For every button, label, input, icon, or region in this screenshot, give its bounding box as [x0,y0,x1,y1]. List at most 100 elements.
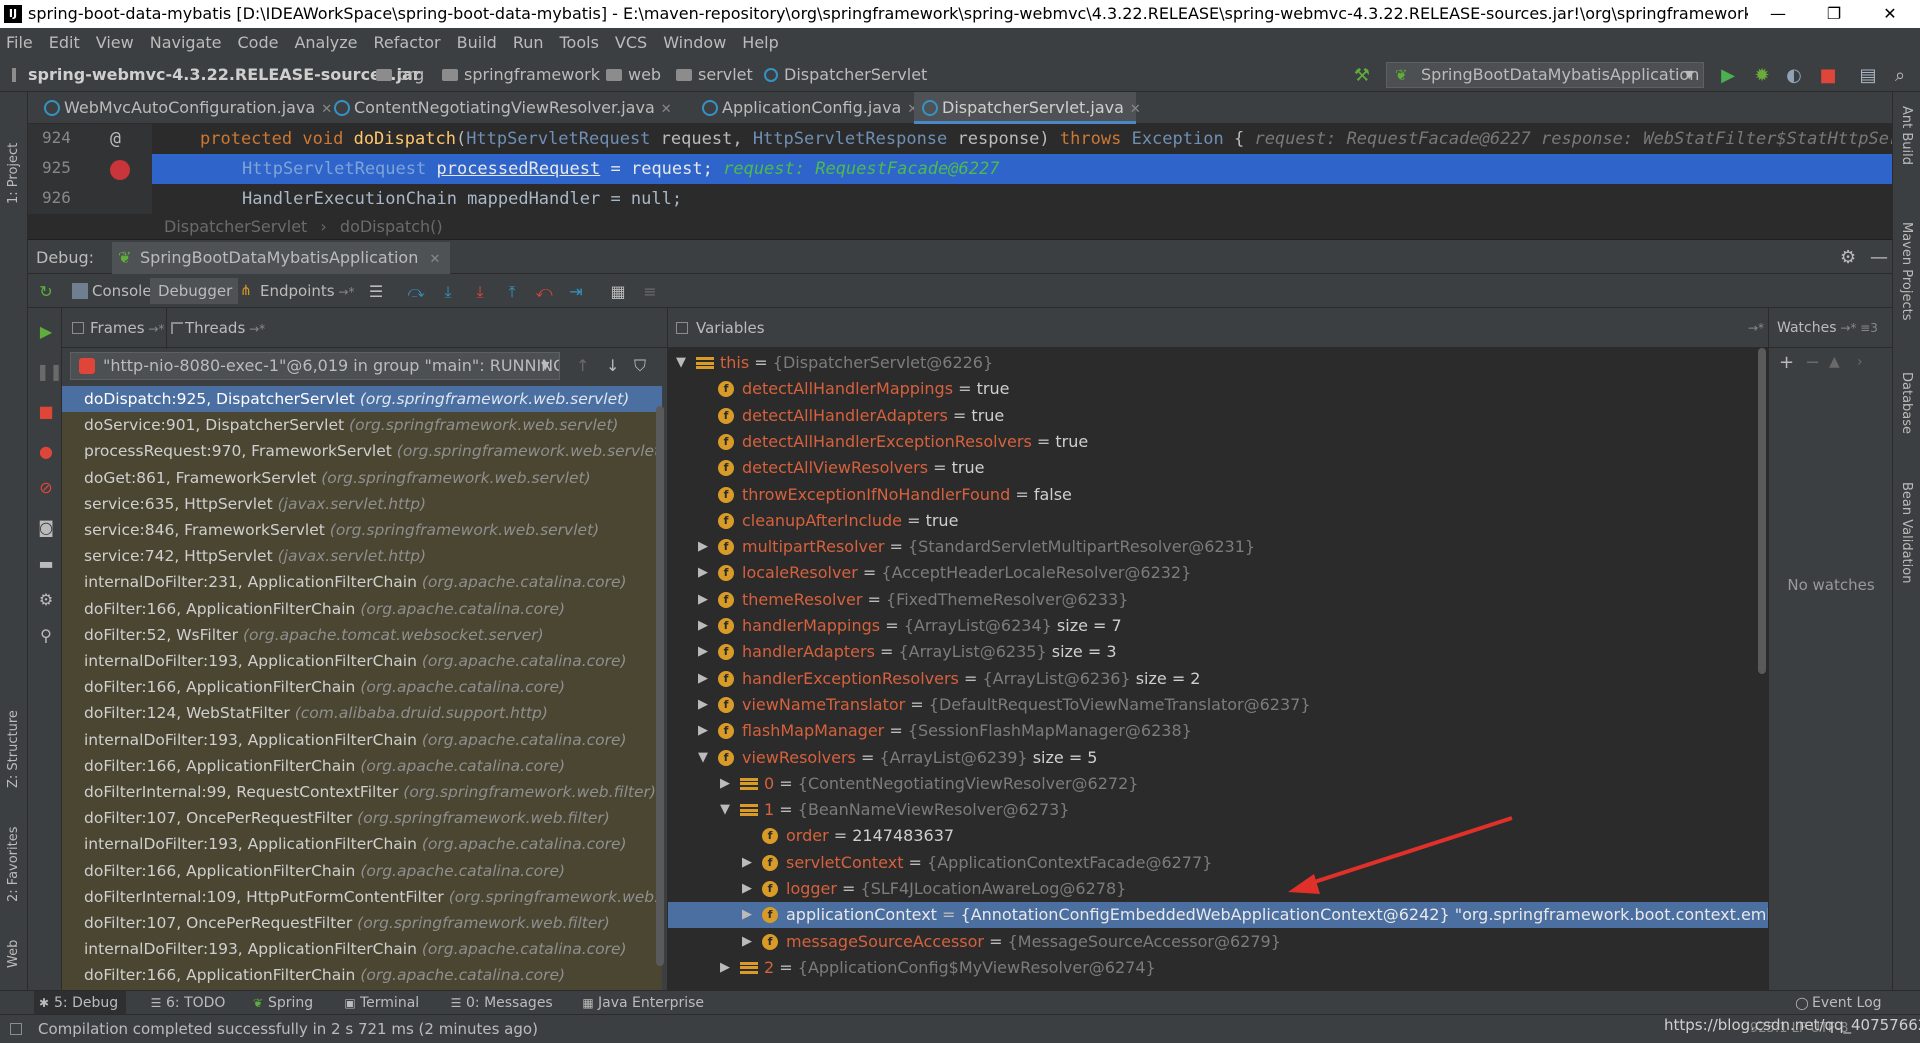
tab-debug[interactable]: ✱ 5: Debug [34,991,126,1015]
close-window-button[interactable]: ✕ [1862,0,1918,28]
variable-row[interactable]: ▶ f handlerMappings = {ArrayList@6234} siz… [668,613,1768,639]
favorites-tool-button[interactable]: 2: Favorites [6,802,21,902]
pin-icon[interactable]: ⚲ [36,626,56,646]
frame-item[interactable]: internalDoFilter:231, ApplicationFilterC… [62,569,662,595]
frame-item[interactable]: internalDoFilter:193, ApplicationFilterC… [62,831,662,857]
arrow-down-icon[interactable]: ↓ [606,356,619,375]
variable-row[interactable]: f detectAllHandlerAdapters = true [668,403,1768,429]
chevron-right-icon[interactable]: ▶ [740,876,754,902]
variable-row[interactable]: f cleanupAfterInclude = true [668,508,1768,534]
frame-item[interactable]: internalDoFilter:193, ApplicationFilterC… [62,727,662,753]
build-hammer-icon[interactable]: ⚒ [1352,66,1372,86]
chevron-right-icon[interactable]: ▶ [718,955,732,981]
variable-row[interactable]: ▶ f handlerExceptionResolvers = {ArrayList… [668,666,1768,692]
chevron-right-icon[interactable]: ▶ [740,850,754,876]
rerun-icon[interactable]: ↻ [36,282,56,302]
hide-panel-icon[interactable]: — [1870,242,1888,274]
add-watch-icon[interactable]: + [1779,352,1794,373]
minimize-button[interactable]: — [1750,0,1806,28]
frame-item[interactable]: doFilter:52, WsFilter (org.apache.tomcat… [62,622,662,648]
tab-console[interactable]: Console [68,278,158,304]
chevron-down-icon[interactable]: ▼ [674,350,688,376]
variable-row[interactable]: ▼ this = {DispatcherServlet@6226} [668,350,1768,376]
settings-gear-icon[interactable]: ⚙ [1840,242,1856,274]
tab-debugger[interactable]: Debugger [150,278,239,304]
frame-item[interactable]: doService:901, DispatcherServlet (org.sp… [62,412,662,438]
nav-crumb-file[interactable]: DispatcherServlet [764,58,927,92]
debug-session-tab[interactable]: ❦ SpringBootDataMybatisApplication ✕ [112,242,451,274]
drop-frame-icon[interactable]: ⤺ [534,282,554,302]
variable-row[interactable]: ▶ f servletContext = {ApplicationContextFa… [668,850,1768,876]
maximize-button[interactable]: ❐ [1806,0,1862,28]
tab-terminal[interactable]: ▣ Terminal [340,991,419,1015]
tab-threads[interactable]: Threads →* [166,308,265,349]
show-execution-point-icon[interactable]: ☰ [366,282,386,302]
tab-endpoints[interactable]: ⋔ Endpoints →* [236,278,360,304]
variable-row[interactable]: f throwExceptionIfNoHandlerFound = false [668,482,1768,508]
variable-row[interactable]: f detectAllViewResolvers = true [668,455,1768,481]
menu-window[interactable]: Window [655,28,734,58]
chevron-right-icon[interactable]: ▶ [696,639,710,665]
frame-item[interactable]: service:742, HttpServlet (javax.servlet.… [62,543,662,569]
nav-crumb-web[interactable]: web [606,58,661,92]
menu-build[interactable]: Build [449,28,505,58]
frame-item[interactable]: doFilter:107, OncePerRequestFilter (org.… [62,910,662,936]
frame-item[interactable]: doFilter:166, ApplicationFilterChain (or… [62,962,662,988]
frame-item[interactable]: doFilter:166, ApplicationFilterChain (or… [62,674,662,700]
evaluate-expression-icon[interactable]: ▦ [608,282,628,302]
ant-build-tool-button[interactable]: Ant Build [1899,106,1914,196]
menu-navigate[interactable]: Navigate [142,28,230,58]
thread-select[interactable]: "http-nio-8080-exec-1"@6,019 in group "m… [70,352,560,380]
force-step-into-icon[interactable]: ⤓ [470,282,490,302]
settings-gear-icon[interactable]: ⚙ [36,590,56,610]
chevron-right-icon[interactable]: ▶ [696,534,710,560]
chevron-right-icon[interactable]: ▶ [740,902,754,928]
close-tab-icon[interactable]: ✕ [661,102,672,117]
mute-breakpoints-icon[interactable]: ⊘ [36,478,56,498]
resume-icon[interactable]: ▶ [36,322,56,342]
search-icon[interactable]: ⌕ [1890,66,1910,86]
nav-crumb-springframework[interactable]: springframework [442,58,600,92]
web-tool-button[interactable]: Web [6,918,21,968]
database-tool-button[interactable]: Database [1899,372,1914,462]
menu-vcs[interactable]: VCS [607,28,655,58]
frame-item[interactable]: doFilter:107, OncePerRequestFilter (org.… [62,805,662,831]
menu-code[interactable]: Code [230,28,287,58]
chevron-down-icon[interactable]: ▼ [696,745,710,771]
project-tool-button[interactable]: 1: Project [6,108,21,204]
pause-icon[interactable]: ❚❚ [36,362,63,382]
filter-icon[interactable]: ⛉ [634,356,646,376]
tab-todo[interactable]: ☰ 6: TODO [146,991,226,1015]
pin-tab-icon[interactable]: →* [1748,308,1764,348]
close-tab-icon[interactable]: ✕ [429,252,440,267]
chevron-right-icon[interactable]: ▶ [696,587,710,613]
layout-icon[interactable]: ▬ [36,554,56,574]
frame-item[interactable]: doGet:861, FrameworkServlet (org.springf… [62,465,662,491]
maven-projects-tool-button[interactable]: Maven Projects [1899,222,1914,362]
menu-view[interactable]: View [88,28,142,58]
variable-row[interactable]: f detectAllHandlerExceptionResolvers = tr… [668,429,1768,455]
chevron-right-icon[interactable]: ▶ [696,613,710,639]
arrow-up-icon[interactable]: ↑ [576,356,589,375]
tab-messages[interactable]: ☰ 0: Messages [446,991,553,1015]
variable-row[interactable]: ▼ 1 = {BeanNameViewResolver@6273} [668,797,1768,823]
frame-item[interactable]: service:846, FrameworkServlet (org.sprin… [62,517,662,543]
nav-crumb-servlet[interactable]: servlet [676,58,753,92]
chevron-right-icon[interactable]: ▶ [696,718,710,744]
breakpoint-icon[interactable] [110,160,130,180]
code-editor[interactable]: 924 925 926 @ protected void doDispatch(… [28,124,1892,214]
view-breakpoints-icon[interactable]: ● [36,442,56,462]
frame-item[interactable]: doFilter:166, ApplicationFilterChain (or… [62,753,662,779]
breadcrumb-class[interactable]: DispatcherServlet [164,217,307,236]
camera-icon[interactable]: ◙ [36,518,56,538]
structure-tool-button[interactable]: Z: Structure [6,678,21,788]
breadcrumb-method[interactable]: doDispatch() [340,217,443,236]
tab-java-enterprise[interactable]: ▦ Java Enterprise [578,991,704,1015]
tab-applicationconfig[interactable]: ApplicationConfig.java ✕ [694,92,918,124]
nav-jar[interactable]: spring-webmvc-4.3.22.RELEASE-sources.jar [28,58,421,92]
frame-item[interactable]: doFilterInternal:109, HttpPutFormContent… [62,884,662,910]
frame-item[interactable]: internalDoFilter:193, ApplicationFilterC… [62,648,662,674]
variable-row[interactable]: f order = 2147483637 [668,823,1768,849]
tab-spring[interactable]: ❦ Spring [248,991,313,1015]
variable-row[interactable]: ▶ 0 = {ContentNegotiatingViewResolver@627… [668,771,1768,797]
